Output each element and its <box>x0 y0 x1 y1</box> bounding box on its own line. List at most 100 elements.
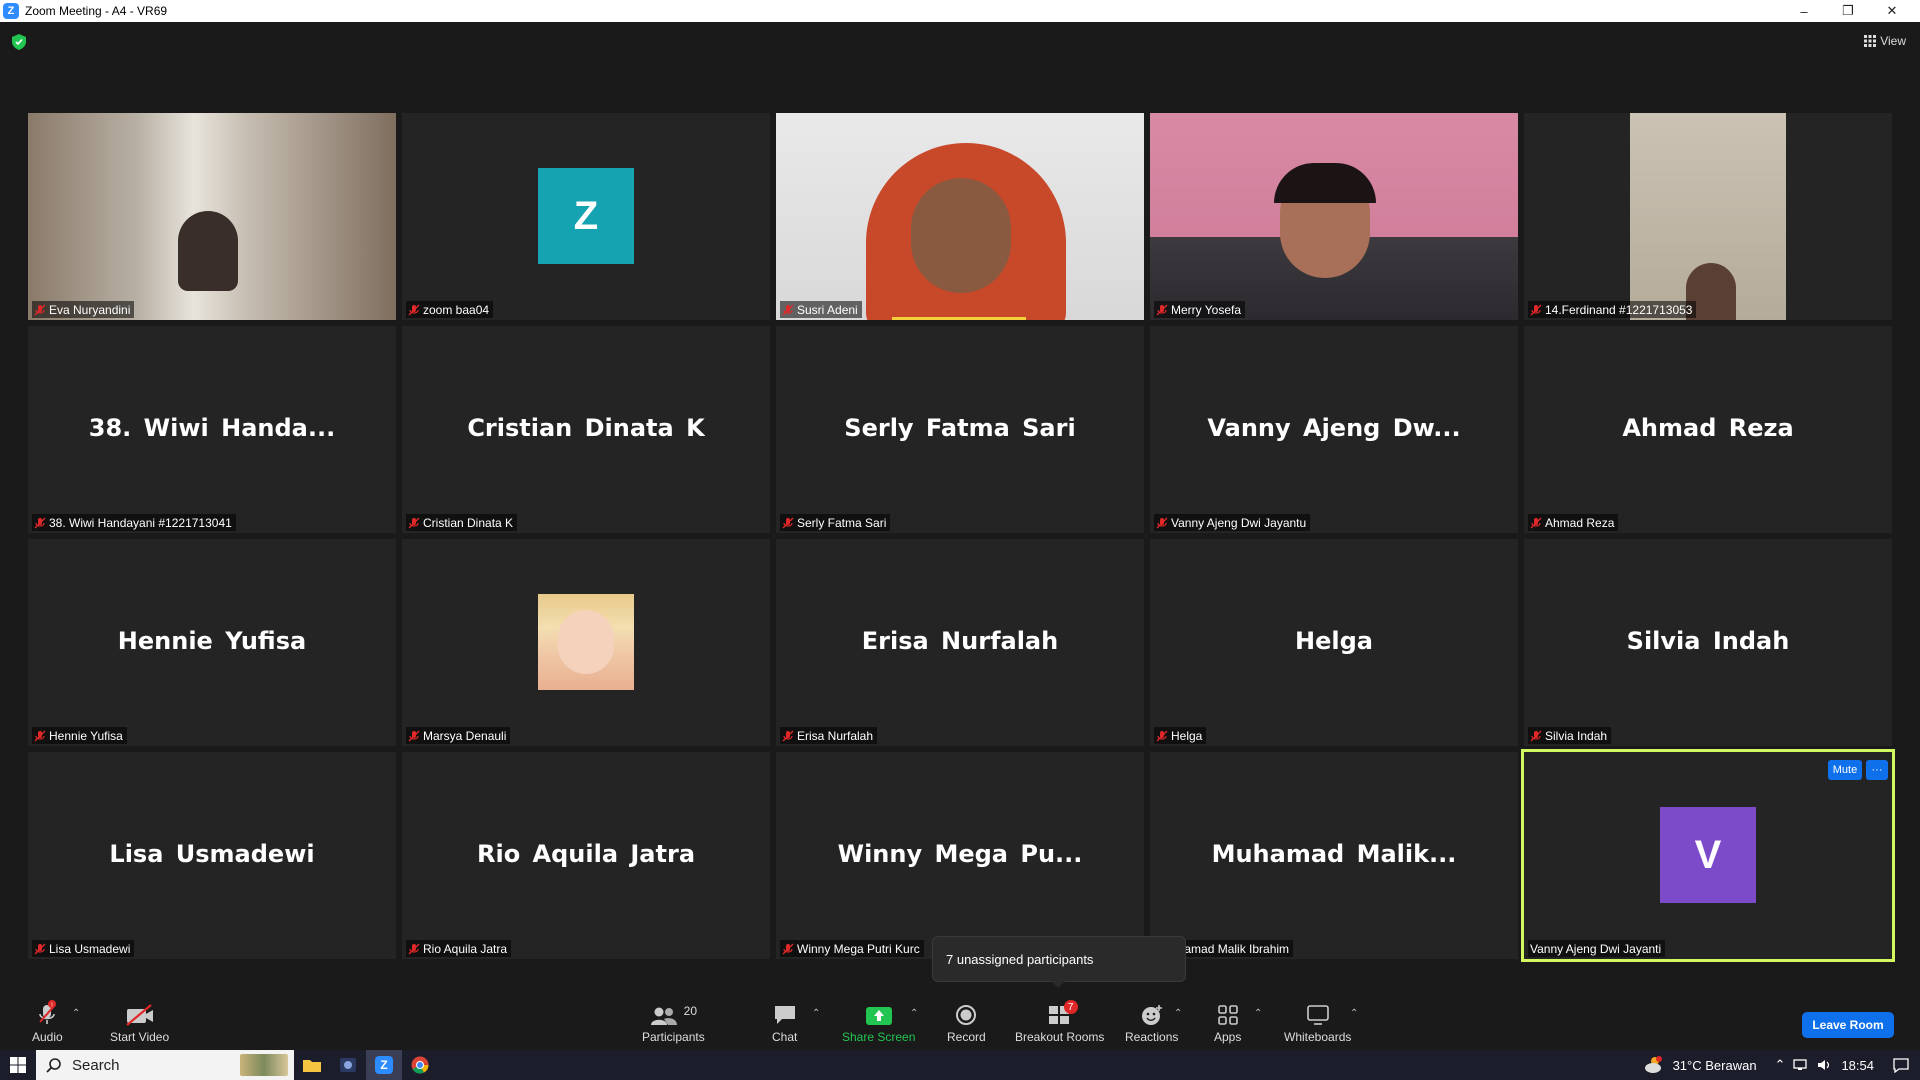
mic-muted-icon <box>782 304 794 315</box>
security-shield-icon[interactable] <box>12 34 26 50</box>
participant-name-text: Merry Yosefa <box>1171 302 1242 317</box>
breakout-rooms-button[interactable]: 7 Breakout Rooms <box>1015 1000 1104 1044</box>
participant-tile[interactable]: Marsya Denauli <box>402 539 770 746</box>
participant-tile[interactable]: Merry Yosefa <box>1150 113 1518 320</box>
participant-tile[interactable]: V Vanny Ajeng Dwi Jayanti Mute ··· <box>1524 752 1892 959</box>
taskbar-camera-app[interactable] <box>330 1050 366 1080</box>
taskbar-file-explorer[interactable] <box>294 1050 330 1080</box>
participant-display-name: Ahmad Reza <box>1622 414 1794 442</box>
participant-tile[interactable]: Erisa Nurfalah Erisa Nurfalah <box>776 539 1144 746</box>
whiteboards-options-caret-icon[interactable]: ⌃ <box>1350 1008 1358 1019</box>
participant-name-label: Helga <box>1154 727 1207 744</box>
participant-name-text: Vanny Ajeng Dwi Jayanti <box>1530 941 1662 956</box>
participant-tile[interactable]: 38. Wiwi Handa... 38. Wiwi Handayani #122… <box>28 326 396 533</box>
participant-name-text: Serly Fatma Sari <box>797 515 887 530</box>
participant-display-name: Rio Aquila Jatra <box>476 840 696 868</box>
participant-tile[interactable]: Zzoom baa04 <box>402 113 770 320</box>
participant-tile[interactable]: Muhamad Malik... uhamad Malik Ibrahim <box>1150 752 1518 959</box>
participant-display-name: Lisa Usmadewi <box>109 840 315 868</box>
title-bar: Z Zoom Meeting - A4 - VR69 – ❐ ✕ <box>0 0 1920 22</box>
participant-tile[interactable]: Rio Aquila Jatra Rio Aquila Jatra <box>402 752 770 959</box>
participant-name-label: Eva Nuryandini <box>32 301 135 318</box>
participant-display-name: Helga <box>1295 627 1373 655</box>
participant-name-label: zoom baa04 <box>406 301 494 318</box>
participant-tile[interactable]: Helga Helga <box>1150 539 1518 746</box>
start-video-button[interactable]: Start Video <box>110 1000 169 1044</box>
apps-options-caret-icon[interactable]: ⌃ <box>1254 1008 1262 1019</box>
participant-name-text: uhamad Malik Ibrahim <box>1171 941 1290 956</box>
reactions-options-caret-icon[interactable]: ⌃ <box>1174 1008 1182 1019</box>
minimize-button[interactable]: – <box>1782 0 1826 22</box>
taskbar-chrome-app[interactable] <box>402 1050 438 1080</box>
participant-tile[interactable]: Silvia Indah Silvia Indah <box>1524 539 1892 746</box>
audio-button[interactable]: ! Audio <box>32 1000 63 1044</box>
chat-button[interactable]: Chat <box>772 1000 797 1044</box>
participant-name-text: Ahmad Reza <box>1545 515 1615 530</box>
participant-name-text: Rio Aquila Jatra <box>423 941 508 956</box>
record-button[interactable]: Record <box>947 1000 986 1044</box>
network-icon[interactable] <box>1793 1058 1809 1072</box>
mic-muted-icon <box>1156 730 1168 741</box>
participant-display-name: 38. Wiwi Handa... <box>88 414 336 442</box>
participant-tile[interactable]: Cristian Dinata K Cristian Dinata K <box>402 326 770 533</box>
participant-tile[interactable]: Ahmad Reza Ahmad Reza <box>1524 326 1892 533</box>
close-button[interactable]: ✕ <box>1870 0 1914 22</box>
view-button[interactable]: View <box>1864 34 1906 48</box>
share-options-caret-icon[interactable]: ⌃ <box>910 1008 918 1019</box>
mic-muted-icon <box>34 304 46 315</box>
taskbar-zoom-app[interactable]: Z <box>366 1050 402 1080</box>
leave-room-button[interactable]: Leave Room <box>1802 1012 1894 1038</box>
record-icon <box>956 1005 977 1025</box>
share-screen-button[interactable]: Share Screen <box>842 1000 915 1044</box>
participant-name-text: Winny Mega Putri Kurc <box>797 941 920 956</box>
participant-tile[interactable]: Susri Adeni <box>776 113 1144 320</box>
volume-icon[interactable] <box>1817 1058 1833 1072</box>
mic-muted-icon <box>1530 304 1542 315</box>
reactions-button[interactable]: Reactions <box>1125 1000 1178 1044</box>
participant-name-label: Lisa Usmadewi <box>32 940 135 957</box>
participant-tile[interactable]: Hennie Yufisa Hennie Yufisa <box>28 539 396 746</box>
windows-start-button[interactable] <box>0 1050 36 1080</box>
chat-options-caret-icon[interactable]: ⌃ <box>812 1008 820 1019</box>
participant-name-label: Vanny Ajeng Dwi Jayantu <box>1154 514 1311 531</box>
restore-button[interactable]: ❐ <box>1826 0 1870 22</box>
participant-face <box>558 610 614 674</box>
zoom-app-icon: Z <box>375 1056 393 1074</box>
view-label: View <box>1880 34 1906 48</box>
audio-options-caret-icon[interactable]: ⌃ <box>72 1008 80 1019</box>
reactions-label: Reactions <box>1125 1030 1179 1044</box>
tray-chevron-icon[interactable]: ⌃ <box>1775 1057 1786 1073</box>
participant-tile[interactable]: Serly Fatma Sari Serly Fatma Sari <box>776 326 1144 533</box>
tile-more-options-button[interactable]: ··· <box>1866 760 1888 780</box>
participant-name-label: Rio Aquila Jatra <box>406 940 512 957</box>
notifications-icon[interactable] <box>1892 1057 1910 1073</box>
meeting-toolbar: ! Audio ⌃ Start Video 20 Participants Ch… <box>0 990 1920 1050</box>
participant-name-label: 38. Wiwi Handayani #1221713041 <box>32 514 236 531</box>
participant-tile[interactable]: Lisa Usmadewi Lisa Usmadewi <box>28 752 396 959</box>
weather-cloud-icon[interactable] <box>1643 1055 1665 1075</box>
participant-name-label: Marsya Denauli <box>406 727 511 744</box>
participants-button[interactable]: 20 Participants <box>642 1000 705 1044</box>
mic-muted-icon <box>1156 304 1168 315</box>
participant-tile[interactable]: 14.Ferdinand #1221713053 <box>1524 113 1892 320</box>
participant-display-name: Silvia Indah <box>1626 627 1790 655</box>
participant-display-name: Vanny Ajeng Dw... <box>1207 414 1461 442</box>
participant-face <box>911 178 1011 293</box>
folder-icon <box>303 1060 321 1072</box>
participant-name-label: Merry Yosefa <box>1154 301 1246 318</box>
participant-tile[interactable]: Vanny Ajeng Dw... Vanny Ajeng Dwi Jayantu <box>1150 326 1518 533</box>
apps-button[interactable]: Apps <box>1214 1000 1241 1044</box>
mic-muted-icon <box>782 943 794 954</box>
windows-taskbar: Search Z 31°C Berawan ⌃ 18:54 <box>0 1050 1920 1080</box>
participant-avatar: Z <box>538 168 634 264</box>
participant-tile[interactable]: Eva Nuryandini <box>28 113 396 320</box>
tile-mute-button[interactable]: Mute <box>1828 760 1862 780</box>
participant-name-label: Cristian Dinata K <box>406 514 518 531</box>
whiteboards-button[interactable]: Whiteboards <box>1284 1000 1351 1044</box>
participant-tile[interactable]: Winny Mega Pu... Winny Mega Putri Kurc <box>776 752 1144 959</box>
whiteboard-icon <box>1306 1005 1329 1025</box>
mic-muted-icon <box>1156 517 1168 528</box>
taskbar-search-box[interactable]: Search <box>36 1050 294 1080</box>
participant-display-name: Muhamad Malik... <box>1211 840 1457 868</box>
participant-name-label: Susri Adeni <box>780 301 862 318</box>
